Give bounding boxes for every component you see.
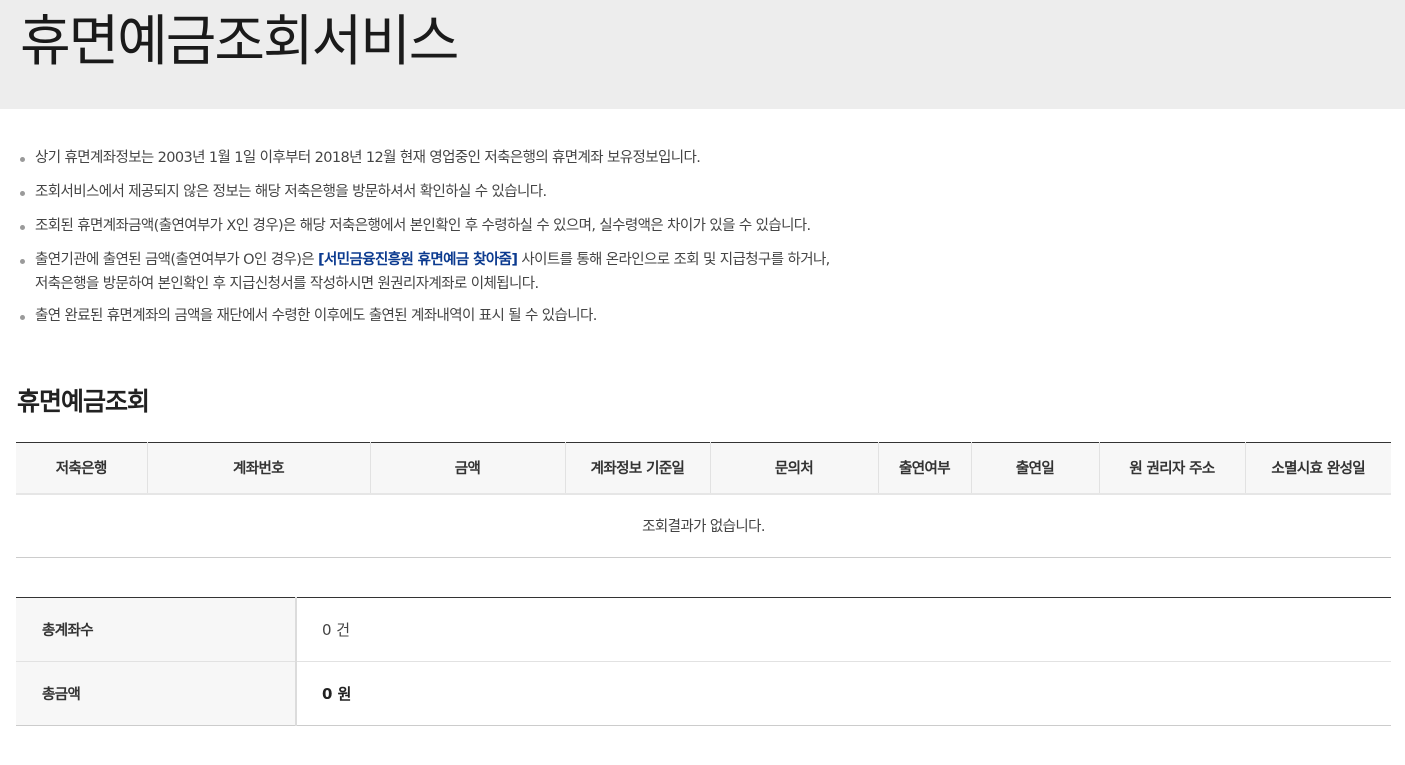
notice-text: 상기 휴면계좌정보는 2003년 1월 1일 이후부터 2018년 12월 현재… (35, 150, 701, 166)
notice-text: 조회된 휴면계좌금액(출연여부가 X인 경우)은 해당 저축은행에서 본인확인 … (35, 218, 811, 234)
total-count-value: 0 건 (296, 597, 1391, 662)
notice-item: 출연 완료된 휴면계좌의 금액을 재단에서 수령한 이후에도 출연된 계좌내역이… (20, 304, 1390, 328)
column-header-account-number: 계좌번호 (146, 442, 370, 495)
column-header-owner-address: 원 권리자 주소 (1098, 442, 1245, 495)
total-amount-label: 총금액 (16, 661, 297, 726)
column-header-amount: 금액 (369, 442, 565, 495)
notice-text: 조회서비스에서 제공되지 않은 정보는 해당 저축은행을 방문하셔서 확인하실 … (35, 184, 547, 200)
page-header: 휴면예금조회서비스 (0, 0, 1405, 109)
summary-table: 총계좌수 0 건 총금액 0 원 (16, 597, 1391, 726)
notice-item: 조회된 휴면계좌금액(출연여부가 X인 경우)은 해당 저축은행에서 본인확인 … (20, 214, 1390, 238)
notice-text: 출연 완료된 휴면계좌의 금액을 재단에서 수령한 이후에도 출연된 계좌내역이… (35, 308, 597, 324)
summary-row-count: 총계좌수 0 건 (16, 597, 1391, 662)
notice-item: 조회서비스에서 제공되지 않은 정보는 해당 저축은행을 방문하셔서 확인하실 … (20, 180, 1390, 204)
notice-text: 저축은행을 방문하여 본인확인 후 지급신청서를 작성하시면 원권리자계좌로 이… (35, 276, 539, 292)
table-header-row: 저축은행 계좌번호 금액 계좌정보 기준일 문의처 출연여부 출연일 원 권리자… (16, 442, 1391, 495)
column-header-contact: 문의처 (709, 442, 878, 495)
column-header-contribution-date: 출연일 (970, 442, 1099, 495)
notice-item: 상기 휴면계좌정보는 2003년 1월 1일 이후부터 2018년 12월 현재… (20, 146, 1390, 170)
notice-list: 상기 휴면계좌정보는 2003년 1월 1일 이후부터 2018년 12월 현재… (20, 146, 1390, 338)
column-header-contributed: 출연여부 (877, 442, 971, 495)
total-count-label: 총계좌수 (16, 597, 297, 662)
column-header-base-date: 계좌정보 기준일 (564, 442, 710, 495)
notice-item: 출연기관에 출연된 금액(출연여부가 O인 경우)은 [서민금융진흥원 휴면예금… (20, 248, 1390, 296)
summary-row-amount: 총금액 0 원 (16, 661, 1391, 726)
column-header-bank: 저축은행 (16, 442, 147, 495)
table-row: 조회결과가 없습니다. (16, 493, 1391, 558)
result-table: 저축은행 계좌번호 금액 계좌정보 기준일 문의처 출연여부 출연일 원 권리자… (16, 442, 1391, 558)
total-amount-value: 0 원 (296, 661, 1391, 726)
column-header-expiry-date: 소멸시효 완성일 (1244, 442, 1391, 495)
notice-text: 출연기관에 출연된 금액(출연여부가 O인 경우)은 (35, 252, 319, 268)
page-title: 휴면예금조회서비스 (20, 9, 459, 73)
dormant-deposit-site-link[interactable]: [서민금융진흥원 휴면예금 찾아줌] (318, 252, 518, 268)
empty-result-message: 조회결과가 없습니다. (16, 493, 1391, 558)
notice-text: 사이트를 통해 온라인으로 조회 및 지급청구를 하거나, (517, 252, 830, 268)
section-title: 휴면예금조회 (17, 387, 150, 416)
